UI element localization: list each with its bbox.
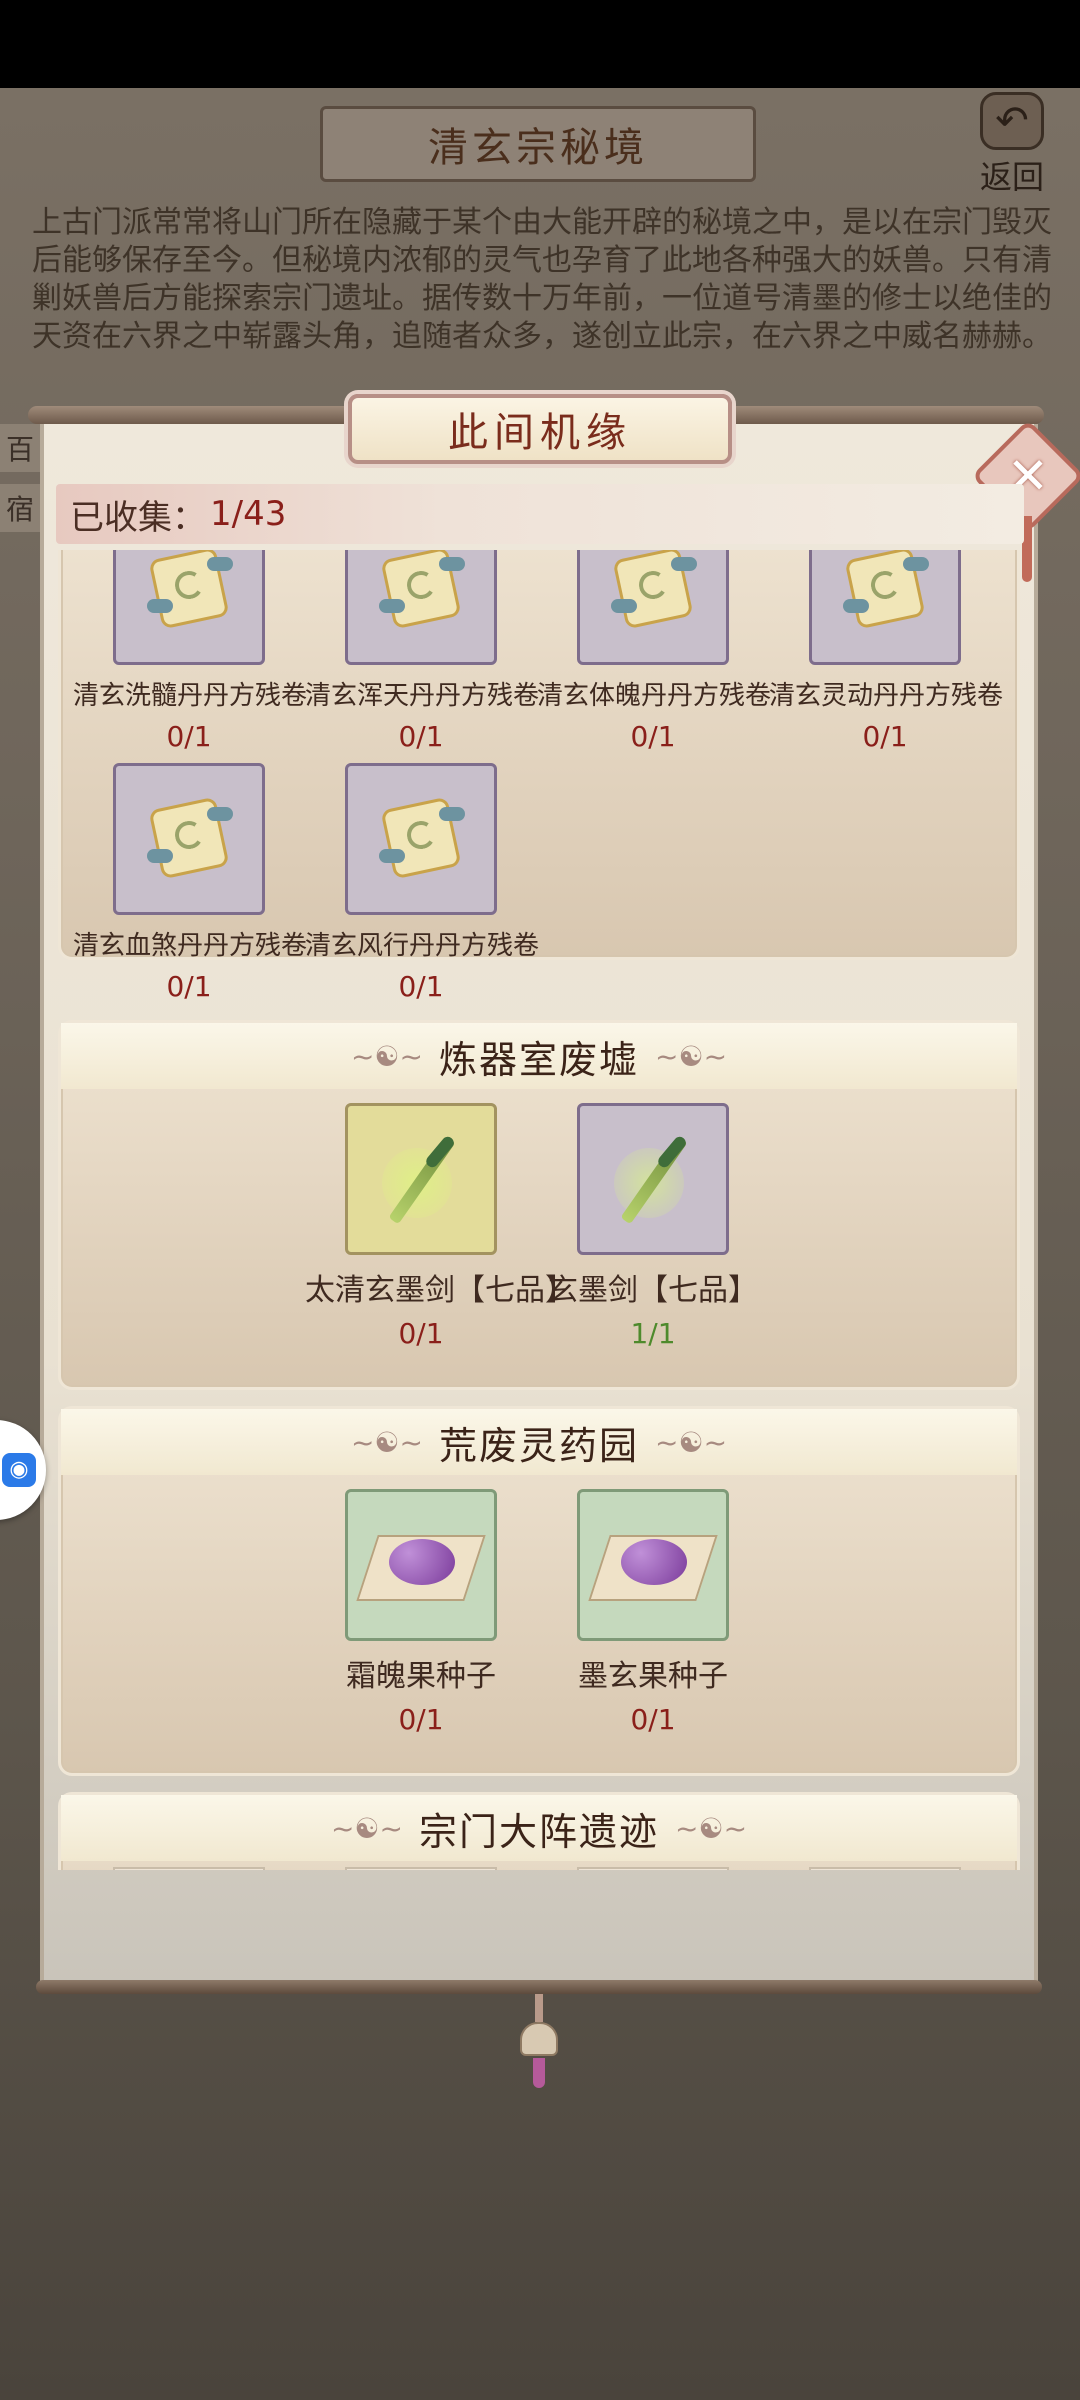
collection-progress-bar: 已收集： 1/43: [56, 484, 1024, 544]
back-button-label: 返回: [979, 158, 1044, 196]
background-side-label: 百: [0, 424, 40, 472]
list-item[interactable]: 清玄浑天丹丹方残卷 0/1: [305, 550, 540, 753]
bell-icon: [520, 2022, 558, 2056]
section-title: 荒废灵药园: [438, 1423, 639, 1468]
section-forge-ruins: ~☯~ 炼器室废墟 ~☯~ 太清玄墨剑【七品】 0/1 玄墨剑【七品】 1/1: [58, 1020, 1020, 1390]
item-count: 0/1: [398, 720, 444, 753]
list-item[interactable]: 清玄血煞丹丹方残卷 0/1: [73, 763, 308, 1003]
section-formation-ruins: ~☯~ 宗门大阵遗迹 ~☯~: [58, 1792, 1020, 1870]
seed-icon: [345, 1489, 497, 1641]
list-item[interactable]: 清玄灵动丹丹方残卷 0/1: [769, 550, 1004, 753]
item-count: 0/1: [398, 970, 444, 1003]
background-page-title: 清玄宗秘境: [320, 106, 756, 182]
item-count: 0/1: [862, 720, 908, 753]
floating-tool-icon: ◉: [2, 1453, 36, 1487]
list-item[interactable]: 清玄洗髓丹丹方残卷 0/1: [73, 550, 308, 753]
list-item[interactable]: 玄墨剑【七品】 1/1: [537, 1103, 769, 1350]
back-button[interactable]: ↶ 返回: [962, 92, 1062, 198]
list-item[interactable]: 霜魄果种子 0/1: [305, 1489, 537, 1736]
item-count: 0/1: [166, 970, 212, 1003]
section-header: ~☯~ 荒废灵药园 ~☯~: [61, 1409, 1017, 1475]
yin-yang-deco-icon: ~☯~: [350, 1039, 423, 1073]
item-count: 0/1: [630, 1703, 676, 1736]
item-name: 清玄体魄丹丹方残卷: [537, 681, 772, 711]
item-count: 0/1: [398, 1703, 444, 1736]
item-count: 0/1: [630, 720, 676, 753]
item-name: 清玄血煞丹丹方残卷: [73, 931, 308, 961]
background-description: 上古门派常常将山门所在隐藏于某个由大能开辟的秘境之中，是以在宗门毁灭后能够保存至…: [32, 205, 1052, 354]
item-icon-frame: [809, 1867, 961, 1870]
yin-yang-deco-icon: ~☯~: [655, 1039, 728, 1073]
item-name: 清玄浑天丹丹方残卷: [305, 681, 540, 711]
item-icon-frame: [345, 1867, 497, 1870]
item-name: 墨玄果种子: [578, 1659, 728, 1694]
scroll-icon: [809, 550, 961, 665]
tassel-decoration: [533, 2058, 545, 2088]
item-name: 太清玄墨剑【七品】: [305, 1273, 575, 1308]
scroll-icon: [113, 763, 265, 915]
yin-yang-deco-icon: ~☯~: [350, 1425, 423, 1459]
scroll-icon: [577, 550, 729, 665]
section-herb-garden: ~☯~ 荒废灵药园 ~☯~ 霜魄果种子 0/1 墨玄果种子 0/1: [58, 1406, 1020, 1776]
yin-yang-deco-icon: ~☯~: [655, 1425, 728, 1459]
yin-yang-deco-icon: ~☯~: [675, 1811, 748, 1845]
panel-title: 此间机缘: [348, 394, 732, 464]
background-side-label: 宿: [0, 484, 40, 532]
yin-yang-deco-icon: ~☯~: [330, 1811, 403, 1845]
item-count: 1/1: [630, 1317, 676, 1350]
collection-count: 1/43: [210, 494, 287, 534]
list-item[interactable]: 清玄风行丹丹方残卷 0/1: [305, 763, 540, 1003]
section-title: 宗门大阵遗迹: [418, 1809, 659, 1854]
scroll-icon: [345, 550, 497, 665]
scroll-icon: [345, 763, 497, 915]
scroll-icon: [113, 550, 265, 665]
section-header: ~☯~ 宗门大阵遗迹 ~☯~: [61, 1795, 1017, 1861]
list-item[interactable]: 墨玄果种子 0/1: [537, 1489, 769, 1736]
panel-bottom-rod: [36, 1980, 1042, 1994]
sword-icon: [577, 1103, 729, 1255]
status-bar: [0, 0, 1080, 88]
section-pill-recipes: 清玄洗髓丹丹方残卷 0/1 清玄浑天丹丹方残卷 0/1 清玄体魄丹丹方残卷 0/…: [58, 550, 1020, 1003]
item-name: 清玄风行丹丹方残卷: [305, 931, 540, 961]
item-name: 清玄洗髓丹丹方残卷: [73, 681, 308, 711]
section-header: ~☯~ 炼器室废墟 ~☯~: [61, 1023, 1017, 1089]
item-name: 清玄灵动丹丹方残卷: [769, 681, 1004, 711]
collection-label: 已收集：: [70, 497, 206, 538]
seed-icon: [577, 1489, 729, 1641]
item-name: 霜魄果种子: [346, 1659, 496, 1694]
rewards-scroll-area[interactable]: 清玄洗髓丹丹方残卷 0/1 清玄浑天丹丹方残卷 0/1 清玄体魄丹丹方残卷 0/…: [58, 550, 1020, 1870]
bell-rope: [535, 1994, 543, 2022]
section-title: 炼器室废墟: [438, 1037, 639, 1082]
list-item[interactable]: 太清玄墨剑【七品】 0/1: [305, 1103, 575, 1350]
item-count: 0/1: [398, 1317, 444, 1350]
item-icon-frame: [577, 1867, 729, 1870]
back-arrow-icon: ↶: [980, 92, 1044, 150]
item-name: 玄墨剑【七品】: [548, 1273, 758, 1308]
sword-icon: [345, 1103, 497, 1255]
list-item[interactable]: 清玄体魄丹丹方残卷 0/1: [537, 550, 772, 753]
item-icon-frame: [113, 1867, 265, 1870]
item-count: 0/1: [166, 720, 212, 753]
